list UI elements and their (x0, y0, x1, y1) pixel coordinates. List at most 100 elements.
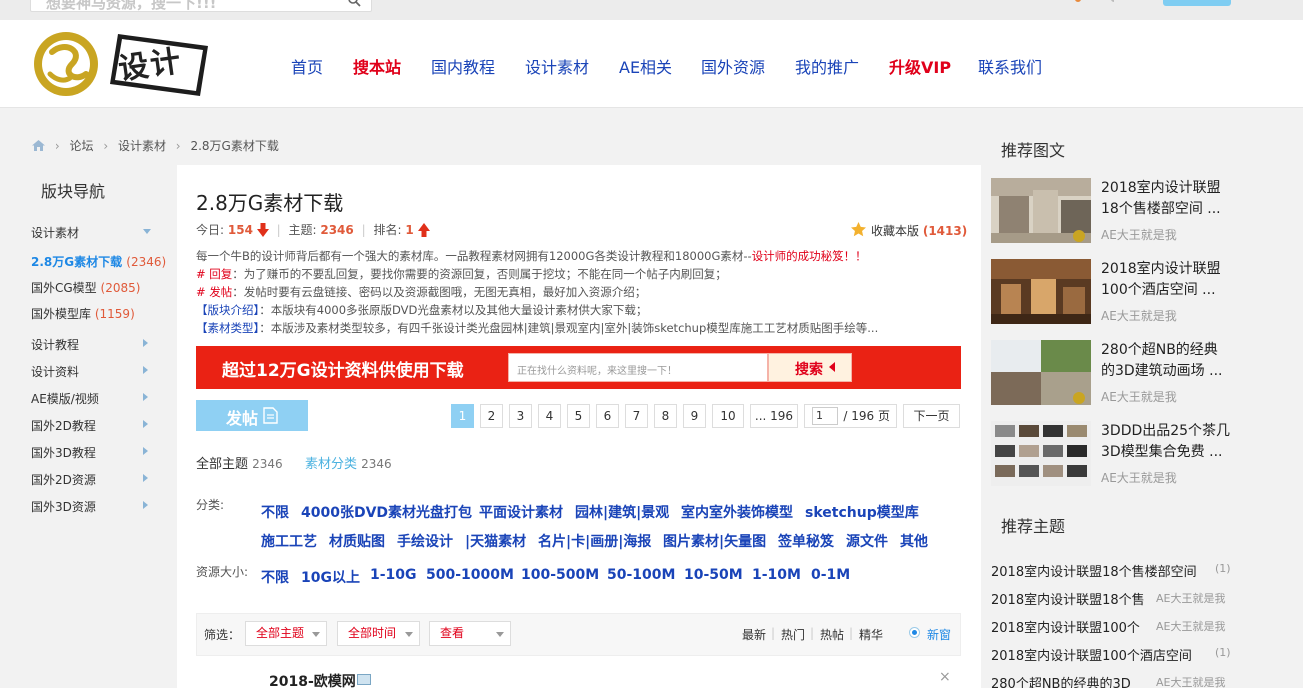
page-3[interactable]: 3 (509, 404, 532, 428)
sidebar-item-ae-templates[interactable]: AE模版/视频 (31, 390, 99, 407)
favorite-forum-link[interactable]: 收藏本版 (1413) (871, 222, 967, 239)
page-10[interactable]: 10 (712, 404, 744, 428)
recommended-topic-1[interactable]: 2018室内设计联盟18个售楼部空间 (991, 561, 1197, 580)
sidebar-item-design-materials[interactable]: 设计素材 (31, 224, 79, 241)
recommended-topic-3[interactable]: 2018室内设计联盟100个 (991, 617, 1140, 636)
sidebar-item-foreign-3d-resources[interactable]: 国外3D资源 (31, 498, 96, 515)
recommended-topic-2-author[interactable]: AE大王就是我 (1156, 590, 1225, 606)
search-icon[interactable] (347, 0, 361, 7)
page-last[interactable]: ... 196 (750, 404, 798, 428)
chevron-right-icon[interactable] (143, 393, 148, 401)
filter-category-tmall[interactable]: |天猫素材 (465, 531, 526, 551)
chevron-right-icon[interactable] (143, 366, 148, 374)
recommended-author-3[interactable]: AE大王就是我 (1101, 388, 1177, 405)
sort-hot[interactable]: 热门 (781, 626, 805, 643)
sidebar-item-foreign-models[interactable]: 国外模型库 (1159) (31, 305, 135, 322)
page-jump-input[interactable]: 1 (812, 407, 838, 425)
filter-view-select[interactable]: 查看 (429, 621, 511, 646)
star-icon[interactable] (851, 222, 866, 237)
sort-hot-posts[interactable]: 热帖 (820, 626, 844, 643)
recommended-title-1[interactable]: 2018室内设计联盟18个售楼部空间 ... (1101, 178, 1231, 220)
filter-size-50-100m[interactable]: 50-100M (607, 567, 675, 583)
filter-category-images[interactable]: 图片素材|矢量图 (663, 531, 766, 551)
recommended-image-4[interactable] (991, 421, 1091, 486)
recommended-image-3[interactable] (991, 340, 1091, 405)
chevron-right-icon[interactable] (143, 420, 148, 428)
recommended-image-2[interactable] (991, 259, 1091, 324)
recommended-topic-4[interactable]: 2018室内设计联盟100个酒店空间 (991, 645, 1192, 664)
filter-size-all[interactable]: 不限 (261, 567, 289, 587)
breadcrumb-design-materials[interactable]: 设计素材 (118, 139, 166, 153)
user-icons[interactable] (1074, 0, 1114, 4)
chevron-right-icon[interactable] (143, 501, 148, 509)
chevron-down-icon[interactable] (143, 229, 151, 234)
page-9[interactable]: 9 (683, 404, 706, 428)
chevron-right-icon[interactable] (143, 447, 148, 455)
tab-material-category[interactable]: 素材分类 2346 (305, 453, 392, 472)
filter-category-tips[interactable]: 签单秘笈 (778, 531, 834, 551)
page-5[interactable]: 5 (567, 404, 590, 428)
filter-category-sketchup[interactable]: sketchup模型库 (805, 502, 919, 522)
tab-all-topics[interactable]: 全部主题 2346 (196, 453, 283, 472)
nav-upgrade-vip[interactable]: 升级VIP (889, 54, 951, 78)
filter-topics-select[interactable]: 全部主题 (245, 621, 327, 646)
filter-category-interior[interactable]: 室内室外装饰模型 (681, 502, 793, 522)
top-login-button[interactable] (1163, 0, 1231, 6)
filter-size-10g-plus[interactable]: 10G以上 (301, 567, 360, 587)
page-7[interactable]: 7 (625, 404, 648, 428)
filter-category-handdrawn[interactable]: 手绘设计 (397, 531, 453, 551)
chevron-right-icon[interactable] (143, 339, 148, 347)
new-window-label[interactable]: 新窗 (927, 626, 951, 643)
filter-size-500-1000m[interactable]: 500-1000M (426, 567, 514, 583)
filter-category-other[interactable]: 其他 (900, 531, 928, 551)
filter-category-textures[interactable]: 材质贴图 (329, 531, 385, 551)
recommended-title-3[interactable]: 280个超NB的经典的3D建筑动画场 ... (1101, 340, 1231, 382)
filter-size-1-10g[interactable]: 1-10G (370, 567, 417, 583)
filter-size-0-1m[interactable]: 0-1M (811, 567, 850, 583)
nav-contact[interactable]: 联系我们 (978, 54, 1042, 78)
filter-category-dvd[interactable]: 4000张DVD素材光盘打包 (301, 502, 472, 522)
filter-size-1-10m[interactable]: 1-10M (752, 567, 801, 583)
sort-digest[interactable]: 精华 (859, 626, 883, 643)
nav-domestic-tutorials[interactable]: 国内教程 (431, 54, 495, 78)
sidebar-item-foreign-2d-resources[interactable]: 国外2D资源 (31, 471, 96, 488)
filter-category-cards[interactable]: 名片|卡|画册|海报 (538, 531, 651, 551)
nav-foreign-resources[interactable]: 国外资源 (701, 54, 765, 78)
nav-ae[interactable]: AE相关 (619, 54, 672, 78)
banner-search-button-label[interactable]: 搜索 (795, 359, 823, 379)
home-icon[interactable] (32, 140, 45, 151)
recommended-topic-3-author[interactable]: AE大王就是我 (1156, 618, 1225, 634)
nav-home[interactable]: 首页 (291, 54, 323, 78)
sidebar-item-design-data[interactable]: 设计资料 (31, 363, 79, 380)
page-4[interactable]: 4 (538, 404, 561, 428)
recommended-topic-5[interactable]: 280个超NB的经典的3D (991, 673, 1131, 688)
chevron-right-icon[interactable] (143, 474, 148, 482)
nav-my-promotion[interactable]: 我的推广 (795, 54, 859, 78)
filter-category-graphic[interactable]: 平面设计素材 (479, 502, 563, 522)
page-6[interactable]: 6 (596, 404, 619, 428)
sidebar-item-foreign-2d-tutorials[interactable]: 国外2D教程 (31, 417, 96, 434)
page-2[interactable]: 2 (480, 404, 503, 428)
nav-search-site[interactable]: 搜本站 (353, 54, 401, 78)
sort-latest[interactable]: 最新 (742, 626, 766, 643)
recommended-title-4[interactable]: 3DDD出品25个茶几3D模型集合免费 ... (1101, 421, 1231, 463)
recommended-topic-5-author[interactable]: AE大王就是我 (1156, 674, 1225, 688)
recommended-author-2[interactable]: AE大王就是我 (1101, 307, 1177, 324)
page-1[interactable]: 1 (451, 404, 474, 428)
nav-design-materials[interactable]: 设计素材 (525, 54, 589, 78)
recommended-title-2[interactable]: 2018室内设计联盟100个酒店空间 ... (1101, 259, 1231, 301)
new-post-button-label[interactable]: 发帖 (226, 405, 258, 429)
filter-time-select[interactable]: 全部时间 (337, 621, 420, 646)
new-window-radio[interactable] (909, 627, 920, 638)
recommended-author-4[interactable]: AE大王就是我 (1101, 469, 1177, 486)
filter-category-source[interactable]: 源文件 (846, 531, 888, 551)
recommended-topic-2[interactable]: 2018室内设计联盟18个售 (991, 589, 1145, 608)
sidebar-item-foreign-3d-tutorials[interactable]: 国外3D教程 (31, 444, 96, 461)
breadcrumb-forum[interactable]: 论坛 (69, 139, 93, 153)
recommended-author-1[interactable]: AE大王就是我 (1101, 226, 1177, 243)
recommended-image-1[interactable] (991, 178, 1091, 243)
filter-size-100-500m[interactable]: 100-500M (521, 567, 599, 583)
thread-title[interactable]: 2018-欧模网 (269, 671, 356, 688)
close-icon[interactable]: × (939, 669, 951, 685)
sidebar-item-design-tutorials[interactable]: 设计教程 (31, 336, 79, 353)
